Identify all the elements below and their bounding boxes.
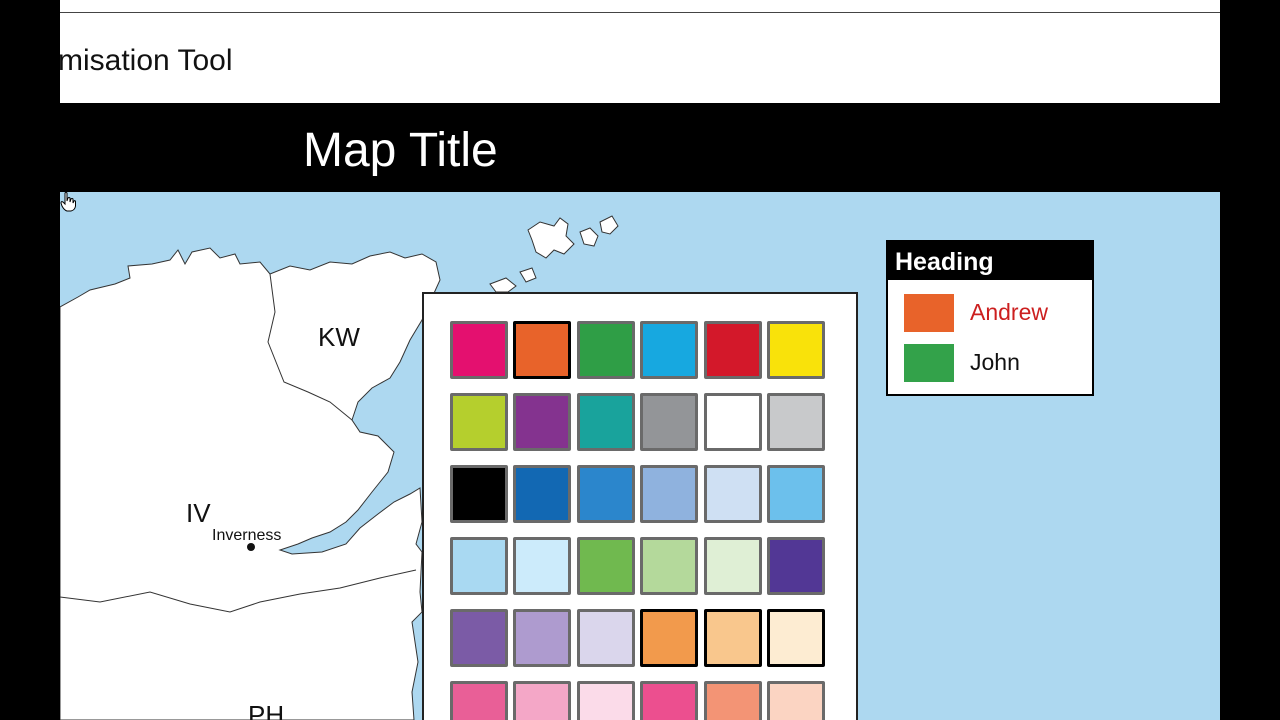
palette-swatch[interactable] — [576, 321, 635, 379]
palette-swatch[interactable] — [640, 609, 699, 667]
palette-swatch[interactable] — [640, 465, 699, 523]
palette-swatch[interactable] — [513, 321, 572, 379]
town-label-inverness: Inverness — [212, 527, 282, 544]
town-marker-inverness — [247, 543, 255, 551]
palette-swatch[interactable] — [513, 465, 572, 523]
palette-swatch[interactable] — [767, 465, 825, 523]
palette-swatch[interactable] — [513, 537, 572, 595]
palette-swatch[interactable] — [640, 321, 699, 379]
legend[interactable]: Heading Andrew John — [886, 240, 1094, 396]
palette-swatch[interactable] — [703, 537, 762, 595]
region-label-iv: IV — [186, 498, 211, 528]
palette-swatch[interactable] — [767, 609, 825, 667]
palette-swatch[interactable] — [576, 609, 635, 667]
palette-swatch[interactable] — [513, 681, 572, 720]
legend-item-john[interactable]: John — [904, 344, 1094, 384]
palette-swatch[interactable] — [450, 465, 508, 523]
region-label-kw: KW — [318, 322, 360, 352]
hand-cursor-icon — [60, 192, 76, 212]
map-title-bar: Map Title — [60, 103, 1220, 192]
legend-item-andrew[interactable]: Andrew — [904, 294, 1094, 334]
palette-swatch[interactable] — [767, 393, 825, 451]
top-toolbar-strip — [60, 0, 1220, 13]
palette-swatch[interactable] — [703, 609, 762, 667]
map-canvas[interactable]: KW IV PH Inverness Heading Andrew John — [60, 192, 1220, 720]
legend-label-john[interactable]: John — [970, 349, 1020, 376]
palette-swatch[interactable] — [640, 681, 699, 720]
palette-swatch[interactable] — [576, 537, 635, 595]
palette-swatch[interactable] — [640, 393, 699, 451]
palette-swatch[interactable] — [767, 321, 825, 379]
palette-swatch[interactable] — [767, 537, 825, 595]
palette-swatch[interactable] — [513, 393, 572, 451]
palette-swatch[interactable] — [767, 681, 825, 720]
palette-swatch[interactable] — [640, 537, 699, 595]
palette-swatch[interactable] — [450, 321, 508, 379]
region-label-ph: PH — [248, 700, 285, 720]
palette-swatch[interactable] — [703, 393, 762, 451]
legend-label-andrew[interactable]: Andrew — [970, 299, 1048, 326]
palette-swatch[interactable] — [450, 393, 508, 451]
app-title: misation Tool — [60, 44, 233, 77]
palette-swatch[interactable] — [703, 465, 762, 523]
palette-swatch[interactable] — [576, 393, 635, 451]
palette-swatch[interactable] — [703, 321, 762, 379]
legend-swatch-john[interactable] — [904, 344, 954, 382]
palette-swatch[interactable] — [450, 537, 508, 595]
palette-swatch[interactable] — [513, 609, 572, 667]
palette-swatch[interactable] — [450, 609, 508, 667]
color-palette-popup — [422, 292, 858, 720]
palette-swatch[interactable] — [703, 681, 762, 720]
palette-swatch[interactable] — [450, 681, 508, 720]
palette-swatch[interactable] — [576, 465, 635, 523]
legend-swatch-andrew[interactable] — [904, 294, 954, 332]
palette-swatch[interactable] — [576, 681, 635, 720]
legend-heading[interactable]: Heading — [888, 242, 1092, 280]
map-title[interactable]: Map Title — [303, 123, 498, 178]
app-window: misation Tool Map Title KW IV PH Inverne… — [60, 0, 1220, 720]
